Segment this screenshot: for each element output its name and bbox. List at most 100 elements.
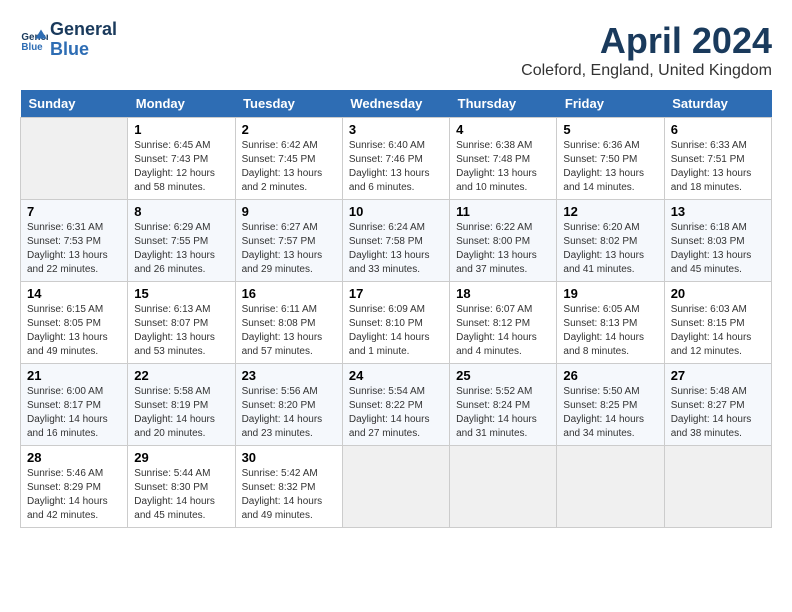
day-header-sunday: Sunday [21, 90, 128, 118]
daylight-text: Daylight: 13 hours and 57 minutes. [242, 332, 323, 357]
sunset-text: Sunset: 8:20 PM [242, 400, 316, 411]
day-info: Sunrise: 6:36 AM Sunset: 7:50 PM Dayligh… [563, 139, 657, 195]
calendar-cell: 29 Sunrise: 5:44 AM Sunset: 8:30 PM Dayl… [128, 446, 235, 528]
sunset-text: Sunset: 8:12 PM [456, 318, 530, 329]
sunrise-text: Sunrise: 6:15 AM [27, 304, 103, 315]
calendar-cell: 21 Sunrise: 6:00 AM Sunset: 8:17 PM Dayl… [21, 364, 128, 446]
sunset-text: Sunset: 7:48 PM [456, 154, 530, 165]
sunset-text: Sunset: 7:50 PM [563, 154, 637, 165]
sunrise-text: Sunrise: 5:46 AM [27, 468, 103, 479]
daylight-text: Daylight: 13 hours and 29 minutes. [242, 250, 323, 275]
sunrise-text: Sunrise: 6:29 AM [134, 222, 210, 233]
sunrise-text: Sunrise: 6:11 AM [242, 304, 317, 315]
calendar-cell: 8 Sunrise: 6:29 AM Sunset: 7:55 PM Dayli… [128, 200, 235, 282]
day-number: 26 [563, 368, 657, 383]
day-number: 16 [242, 286, 336, 301]
sunset-text: Sunset: 7:53 PM [27, 236, 101, 247]
sunset-text: Sunset: 8:10 PM [349, 318, 423, 329]
sunrise-text: Sunrise: 5:56 AM [242, 386, 318, 397]
sunrise-text: Sunrise: 5:58 AM [134, 386, 210, 397]
daylight-text: Daylight: 13 hours and 41 minutes. [563, 250, 644, 275]
day-info: Sunrise: 6:24 AM Sunset: 7:58 PM Dayligh… [349, 221, 443, 277]
sunrise-text: Sunrise: 5:44 AM [134, 468, 210, 479]
daylight-text: Daylight: 14 hours and 4 minutes. [456, 332, 537, 357]
calendar-week-row: 7 Sunrise: 6:31 AM Sunset: 7:53 PM Dayli… [21, 200, 772, 282]
month-title: April 2024 [521, 20, 772, 62]
day-info: Sunrise: 6:09 AM Sunset: 8:10 PM Dayligh… [349, 303, 443, 359]
day-number: 6 [671, 122, 765, 137]
calendar-cell: 27 Sunrise: 5:48 AM Sunset: 8:27 PM Dayl… [664, 364, 771, 446]
calendar-cell: 13 Sunrise: 6:18 AM Sunset: 8:03 PM Dayl… [664, 200, 771, 282]
daylight-text: Daylight: 14 hours and 34 minutes. [563, 414, 644, 439]
sunrise-text: Sunrise: 5:48 AM [671, 386, 747, 397]
sunrise-text: Sunrise: 6:00 AM [27, 386, 103, 397]
sunrise-text: Sunrise: 6:09 AM [349, 304, 425, 315]
calendar-week-row: 28 Sunrise: 5:46 AM Sunset: 8:29 PM Dayl… [21, 446, 772, 528]
daylight-text: Daylight: 13 hours and 33 minutes. [349, 250, 430, 275]
day-number: 22 [134, 368, 228, 383]
calendar-week-row: 14 Sunrise: 6:15 AM Sunset: 8:05 PM Dayl… [21, 282, 772, 364]
calendar-cell: 15 Sunrise: 6:13 AM Sunset: 8:07 PM Dayl… [128, 282, 235, 364]
day-number: 29 [134, 450, 228, 465]
day-number: 23 [242, 368, 336, 383]
day-number: 2 [242, 122, 336, 137]
calendar-cell: 17 Sunrise: 6:09 AM Sunset: 8:10 PM Dayl… [342, 282, 449, 364]
daylight-text: Daylight: 12 hours and 58 minutes. [134, 168, 215, 193]
sunrise-text: Sunrise: 6:42 AM [242, 140, 318, 151]
day-number: 5 [563, 122, 657, 137]
calendar-cell: 7 Sunrise: 6:31 AM Sunset: 7:53 PM Dayli… [21, 200, 128, 282]
sunset-text: Sunset: 8:27 PM [671, 400, 745, 411]
calendar-cell: 25 Sunrise: 5:52 AM Sunset: 8:24 PM Dayl… [450, 364, 557, 446]
day-number: 11 [456, 204, 550, 219]
sunrise-text: Sunrise: 6:36 AM [563, 140, 639, 151]
calendar-cell: 6 Sunrise: 6:33 AM Sunset: 7:51 PM Dayli… [664, 118, 771, 200]
calendar-cell: 2 Sunrise: 6:42 AM Sunset: 7:45 PM Dayli… [235, 118, 342, 200]
daylight-text: Daylight: 13 hours and 18 minutes. [671, 168, 752, 193]
title-block: April 2024 Coleford, England, United Kin… [521, 20, 772, 80]
calendar-cell: 24 Sunrise: 5:54 AM Sunset: 8:22 PM Dayl… [342, 364, 449, 446]
day-number: 13 [671, 204, 765, 219]
day-number: 14 [27, 286, 121, 301]
day-info: Sunrise: 5:48 AM Sunset: 8:27 PM Dayligh… [671, 385, 765, 441]
day-number: 9 [242, 204, 336, 219]
day-number: 27 [671, 368, 765, 383]
daylight-text: Daylight: 14 hours and 27 minutes. [349, 414, 430, 439]
calendar-cell: 14 Sunrise: 6:15 AM Sunset: 8:05 PM Dayl… [21, 282, 128, 364]
calendar-week-row: 21 Sunrise: 6:00 AM Sunset: 8:17 PM Dayl… [21, 364, 772, 446]
logo-text: General Blue [50, 20, 117, 60]
sunrise-text: Sunrise: 6:40 AM [349, 140, 425, 151]
location: Coleford, England, United Kingdom [521, 62, 772, 80]
day-header-saturday: Saturday [664, 90, 771, 118]
daylight-text: Daylight: 14 hours and 45 minutes. [134, 496, 215, 521]
daylight-text: Daylight: 13 hours and 45 minutes. [671, 250, 752, 275]
day-header-friday: Friday [557, 90, 664, 118]
sunrise-text: Sunrise: 5:50 AM [563, 386, 639, 397]
calendar-cell: 18 Sunrise: 6:07 AM Sunset: 8:12 PM Dayl… [450, 282, 557, 364]
sunset-text: Sunset: 8:22 PM [349, 400, 423, 411]
day-number: 21 [27, 368, 121, 383]
sunset-text: Sunset: 8:15 PM [671, 318, 745, 329]
sunset-text: Sunset: 8:08 PM [242, 318, 316, 329]
day-info: Sunrise: 6:13 AM Sunset: 8:07 PM Dayligh… [134, 303, 228, 359]
sunrise-text: Sunrise: 6:20 AM [563, 222, 639, 233]
sunset-text: Sunset: 8:29 PM [27, 482, 101, 493]
calendar-cell: 22 Sunrise: 5:58 AM Sunset: 8:19 PM Dayl… [128, 364, 235, 446]
calendar-cell [342, 446, 449, 528]
sunrise-text: Sunrise: 6:27 AM [242, 222, 318, 233]
day-info: Sunrise: 5:54 AM Sunset: 8:22 PM Dayligh… [349, 385, 443, 441]
day-number: 18 [456, 286, 550, 301]
sunset-text: Sunset: 8:17 PM [27, 400, 101, 411]
day-info: Sunrise: 6:07 AM Sunset: 8:12 PM Dayligh… [456, 303, 550, 359]
calendar-cell: 12 Sunrise: 6:20 AM Sunset: 8:02 PM Dayl… [557, 200, 664, 282]
day-info: Sunrise: 5:50 AM Sunset: 8:25 PM Dayligh… [563, 385, 657, 441]
daylight-text: Daylight: 14 hours and 8 minutes. [563, 332, 644, 357]
day-info: Sunrise: 5:58 AM Sunset: 8:19 PM Dayligh… [134, 385, 228, 441]
day-info: Sunrise: 6:45 AM Sunset: 7:43 PM Dayligh… [134, 139, 228, 195]
daylight-text: Daylight: 14 hours and 49 minutes. [242, 496, 323, 521]
calendar-header-row: SundayMondayTuesdayWednesdayThursdayFrid… [21, 90, 772, 118]
calendar-cell [450, 446, 557, 528]
sunrise-text: Sunrise: 6:05 AM [563, 304, 639, 315]
sunset-text: Sunset: 8:32 PM [242, 482, 316, 493]
calendar-cell [557, 446, 664, 528]
calendar-cell: 10 Sunrise: 6:24 AM Sunset: 7:58 PM Dayl… [342, 200, 449, 282]
